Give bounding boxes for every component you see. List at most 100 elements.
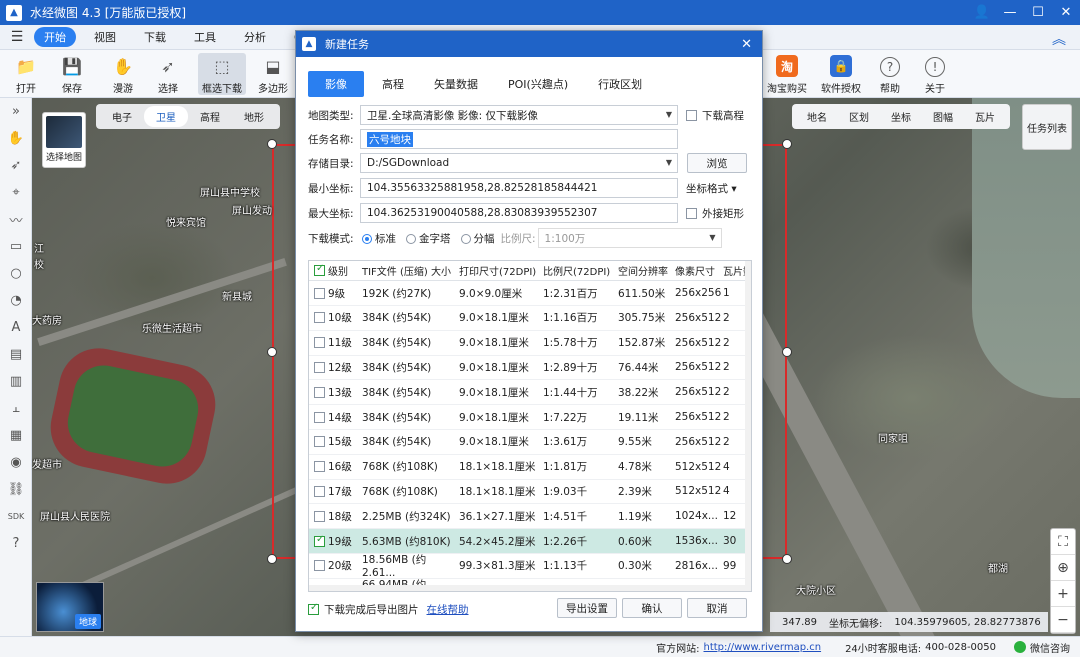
- tab-admin-division[interactable]: 行政区划: [586, 71, 654, 97]
- table-row[interactable]: 15级 384K (约54K) 9.0×18.1厘米 1:3.61万 9.55米 256x…: [309, 430, 751, 455]
- row-checkbox[interactable]: [314, 436, 328, 448]
- mode-pyramid-radio[interactable]: 金字塔: [406, 231, 451, 246]
- link-icon[interactable]: ⛓: [0, 476, 32, 503]
- tab-satellite[interactable]: 卫星: [144, 106, 188, 127]
- header-tif-size[interactable]: TIF文件 (压缩) 大小: [362, 263, 459, 278]
- globe-view-button[interactable]: 地球: [36, 582, 104, 632]
- browse-button[interactable]: 浏览: [687, 153, 747, 173]
- sdk-icon[interactable]: SDK: [0, 503, 32, 530]
- table-row[interactable]: 20级 18.56MB (约2.61... 99.3×81.3厘米 1:1.13千 0.…: [309, 554, 751, 579]
- select-button[interactable]: ➶ 选择: [144, 53, 192, 96]
- expand-icon[interactable]: »: [0, 98, 32, 125]
- website-link[interactable]: http://www.rivermap.cn: [704, 642, 822, 653]
- locate-icon[interactable]: ⊕: [1051, 555, 1075, 581]
- collapse-ribbon-icon[interactable]: ︽: [1052, 29, 1066, 49]
- save-dir-select[interactable]: D:/SGDownload ▼: [360, 153, 678, 173]
- row-checkbox[interactable]: [314, 386, 328, 398]
- menu-download[interactable]: 下载: [134, 27, 176, 47]
- tab-imagery[interactable]: 影像: [308, 71, 364, 97]
- task-list-button[interactable]: 任务列表: [1022, 104, 1072, 150]
- row-checkbox[interactable]: [314, 485, 328, 497]
- outer-rect-checkbox[interactable]: 外接矩形: [686, 206, 744, 221]
- about-button[interactable]: ! 关于: [911, 53, 959, 95]
- horizontal-scrollbar[interactable]: [309, 585, 747, 591]
- sector-tool-icon[interactable]: ◔: [0, 287, 32, 314]
- row-checkbox[interactable]: [314, 560, 328, 572]
- layer-tool-icon[interactable]: ▥: [0, 368, 32, 395]
- header-level[interactable]: 级别: [328, 263, 362, 278]
- question-icon[interactable]: ?: [0, 530, 32, 557]
- rectangle-tool-icon[interactable]: ▭: [0, 233, 32, 260]
- tab-elevation[interactable]: 高程: [188, 106, 232, 127]
- row-checkbox[interactable]: [314, 461, 328, 473]
- text-tool-icon[interactable]: A: [0, 314, 32, 341]
- line-tool-icon[interactable]: 〰: [0, 206, 32, 233]
- row-checkbox[interactable]: [314, 312, 328, 324]
- toggle-placename[interactable]: 地名: [796, 106, 838, 127]
- maximize-icon[interactable]: ☐: [1024, 0, 1052, 25]
- min-coord-input[interactable]: 104.35563325881958,28.82528185844421: [360, 178, 678, 198]
- frame-download-button[interactable]: ⬚ 框选下载: [198, 53, 246, 95]
- wechat-consult[interactable]: 微信咨询: [1014, 640, 1070, 655]
- row-checkbox[interactable]: [314, 337, 328, 349]
- user-icon[interactable]: 👤: [968, 0, 996, 25]
- tab-vector-data[interactable]: 矢量数据: [422, 71, 490, 97]
- frame-handle[interactable]: [782, 554, 792, 564]
- table-row[interactable]: 9级 192K (约27K) 9.0×9.0厘米 1:2.31百万 611.50米 256…: [309, 281, 751, 306]
- header-print-size[interactable]: 打印尺寸(72DPI): [459, 263, 543, 278]
- table-row[interactable]: 19级 5.63MB (约810K) 54.2×45.2厘米 1:2.26千 0.60米…: [309, 529, 751, 554]
- table-row[interactable]: 18级 2.25MB (约324K) 36.1×27.1厘米 1:4.51千 1.19米…: [309, 504, 751, 530]
- frame-handle[interactable]: [782, 139, 792, 149]
- tab-poi[interactable]: POI(兴趣点): [496, 71, 580, 97]
- map-type-selector[interactable]: 选择地图: [42, 112, 86, 168]
- table-row[interactable]: 10级 384K (约54K) 9.0×18.1厘米 1:1.16百万 305.75米 2…: [309, 306, 751, 331]
- pointer-tool-icon[interactable]: ➶: [0, 152, 32, 179]
- scale-select[interactable]: 1:100万 ▼: [537, 228, 722, 248]
- save-button[interactable]: 💾 保存: [48, 53, 96, 96]
- header-pixel-size[interactable]: 像素尺寸: [675, 263, 723, 278]
- menu-hamburger-icon[interactable]: ☰: [0, 29, 34, 45]
- polygon-button[interactable]: ⬓ 多边形: [249, 53, 297, 96]
- tab-terrain[interactable]: 地形: [232, 106, 276, 127]
- max-coord-input[interactable]: 104.36253190040588,28.83083939552307: [360, 203, 678, 223]
- close-icon[interactable]: ✕: [1052, 0, 1080, 25]
- task-name-input[interactable]: 六号地块: [360, 129, 678, 149]
- header-scale[interactable]: 比例尺(72DPI): [543, 263, 618, 278]
- menu-analysis[interactable]: 分析: [234, 27, 276, 47]
- header-resolution[interactable]: 空间分辨率: [618, 263, 675, 278]
- table-row[interactable]: 13级 384K (约54K) 9.0×18.1厘米 1:1.44十万 38.22米 25…: [309, 380, 751, 406]
- circle-tool-icon[interactable]: ○: [0, 260, 32, 287]
- taobao-button[interactable]: 淘淘宝购买: [763, 53, 811, 95]
- fullscreen-icon[interactable]: ⛶: [1051, 529, 1075, 555]
- menu-start[interactable]: 开始: [34, 27, 76, 47]
- table-row[interactable]: 11级 384K (约54K) 9.0×18.1厘米 1:5.78十万 152.87米 2…: [309, 331, 751, 356]
- table-row[interactable]: 12级 384K (约54K) 9.0×18.1厘米 1:2.89十万 76.44米 25…: [309, 355, 751, 381]
- color-wheel-icon[interactable]: ◉: [0, 449, 32, 476]
- menu-view[interactable]: 视图: [84, 27, 126, 47]
- zoom-out-icon[interactable]: −: [1051, 607, 1075, 633]
- row-checkbox[interactable]: [314, 287, 328, 299]
- toggle-sheet[interactable]: 图幅: [922, 106, 964, 127]
- chart-tool-icon[interactable]: ⫠: [0, 395, 32, 422]
- zoom-in-icon[interactable]: +: [1051, 581, 1075, 607]
- export-after-checkbox[interactable]: 下载完成后导出图片: [308, 602, 419, 617]
- toggle-tile[interactable]: 瓦片: [964, 106, 1006, 127]
- cancel-button[interactable]: 取消: [687, 598, 747, 618]
- row-checkbox[interactable]: [314, 534, 328, 547]
- row-checkbox[interactable]: [314, 411, 328, 423]
- frame-handle[interactable]: [267, 554, 277, 564]
- row-checkbox[interactable]: [314, 510, 328, 522]
- mode-standard-radio[interactable]: 标准: [362, 231, 396, 246]
- frame-handle[interactable]: [267, 139, 277, 149]
- table-row[interactable]: 17级 768K (约108K) 18.1×18.1厘米 1:9.03千 2.39米 51…: [309, 479, 751, 505]
- tab-elevation-data[interactable]: 高程: [370, 71, 416, 97]
- table-row[interactable]: 14级 384K (约54K) 9.0×18.1厘米 1:7.22万 19.11米 256…: [309, 405, 751, 430]
- pan-button[interactable]: ✋ 漫游: [99, 53, 147, 96]
- frame-handle[interactable]: [782, 347, 792, 357]
- export-settings-button[interactable]: 导出设置: [557, 598, 617, 618]
- hand-tool-icon[interactable]: ✋: [0, 125, 32, 152]
- vertical-scrollbar[interactable]: [745, 261, 751, 591]
- license-button[interactable]: 🔒 软件授权: [817, 53, 865, 95]
- minimize-icon[interactable]: —: [996, 0, 1024, 25]
- menu-tools[interactable]: 工具: [184, 27, 226, 47]
